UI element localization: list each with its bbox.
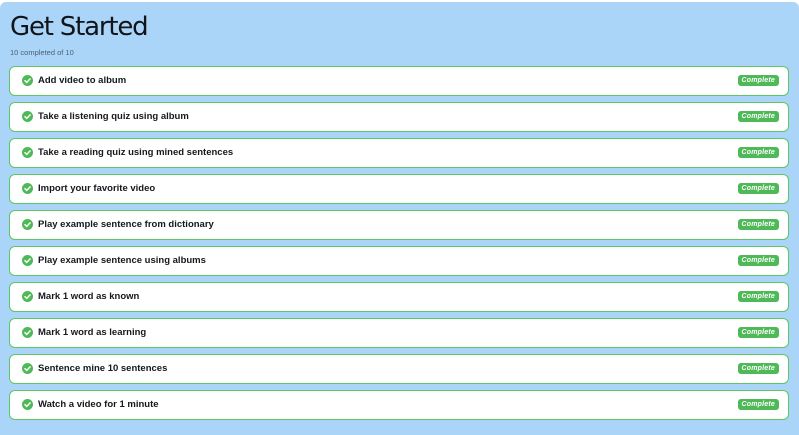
task-label: Add video to album bbox=[38, 75, 127, 86]
task-label: Watch a video for 1 minute bbox=[38, 399, 159, 410]
task-label: Play example sentence using albums bbox=[38, 255, 206, 266]
status-badge: Complete bbox=[737, 363, 779, 374]
status-badge: Complete bbox=[737, 219, 779, 230]
task-list: Add video to album Complete Take a liste… bbox=[9, 66, 789, 426]
status-badge: Complete bbox=[737, 399, 779, 410]
task-item-sentence-mine[interactable]: Sentence mine 10 sentences Complete bbox=[9, 354, 789, 384]
task-item-mark-known[interactable]: Mark 1 word as known Complete bbox=[9, 282, 789, 312]
status-badge: Complete bbox=[737, 327, 779, 338]
check-circle-icon bbox=[22, 399, 33, 410]
check-circle-icon bbox=[22, 255, 33, 266]
check-circle-icon bbox=[22, 219, 33, 230]
check-circle-icon bbox=[22, 147, 33, 158]
task-item-reading-quiz[interactable]: Take a reading quiz using mined sentence… bbox=[9, 138, 789, 168]
task-label: Import your favorite video bbox=[38, 183, 156, 194]
task-item-mark-learning[interactable]: Mark 1 word as learning Complete bbox=[9, 318, 789, 348]
status-badge: Complete bbox=[737, 111, 779, 122]
status-badge: Complete bbox=[737, 75, 779, 86]
task-item-watch-video[interactable]: Watch a video for 1 minute Complete bbox=[9, 390, 789, 420]
task-item-play-sentence-dictionary[interactable]: Play example sentence from dictionary Co… bbox=[9, 210, 789, 240]
task-label: Sentence mine 10 sentences bbox=[38, 363, 168, 374]
check-circle-icon bbox=[22, 363, 33, 374]
task-item-play-sentence-albums[interactable]: Play example sentence using albums Compl… bbox=[9, 246, 789, 276]
task-item-listening-quiz[interactable]: Take a listening quiz using album Comple… bbox=[9, 102, 789, 132]
task-label: Play example sentence from dictionary bbox=[38, 219, 214, 230]
status-badge: Complete bbox=[737, 183, 779, 194]
check-circle-icon bbox=[22, 111, 33, 122]
task-label: Mark 1 word as learning bbox=[38, 327, 147, 338]
check-circle-icon bbox=[22, 75, 33, 86]
task-label: Take a reading quiz using mined sentence… bbox=[38, 147, 234, 158]
check-circle-icon bbox=[22, 183, 33, 194]
status-badge: Complete bbox=[737, 147, 779, 158]
check-circle-icon bbox=[22, 327, 33, 338]
task-label: Mark 1 word as known bbox=[38, 291, 140, 302]
task-item-import-video[interactable]: Import your favorite video Complete bbox=[9, 174, 789, 204]
status-badge: Complete bbox=[737, 255, 779, 266]
status-badge: Complete bbox=[737, 291, 779, 302]
task-item-add-video-to-album[interactable]: Add video to album Complete bbox=[9, 66, 789, 96]
get-started-panel: Get Started 10 completed of 10 Add video… bbox=[0, 2, 799, 435]
progress-summary: 10 completed of 10 bbox=[10, 48, 74, 57]
check-circle-icon bbox=[22, 291, 33, 302]
page-title: Get Started bbox=[10, 12, 149, 42]
task-label: Take a listening quiz using album bbox=[38, 111, 189, 122]
